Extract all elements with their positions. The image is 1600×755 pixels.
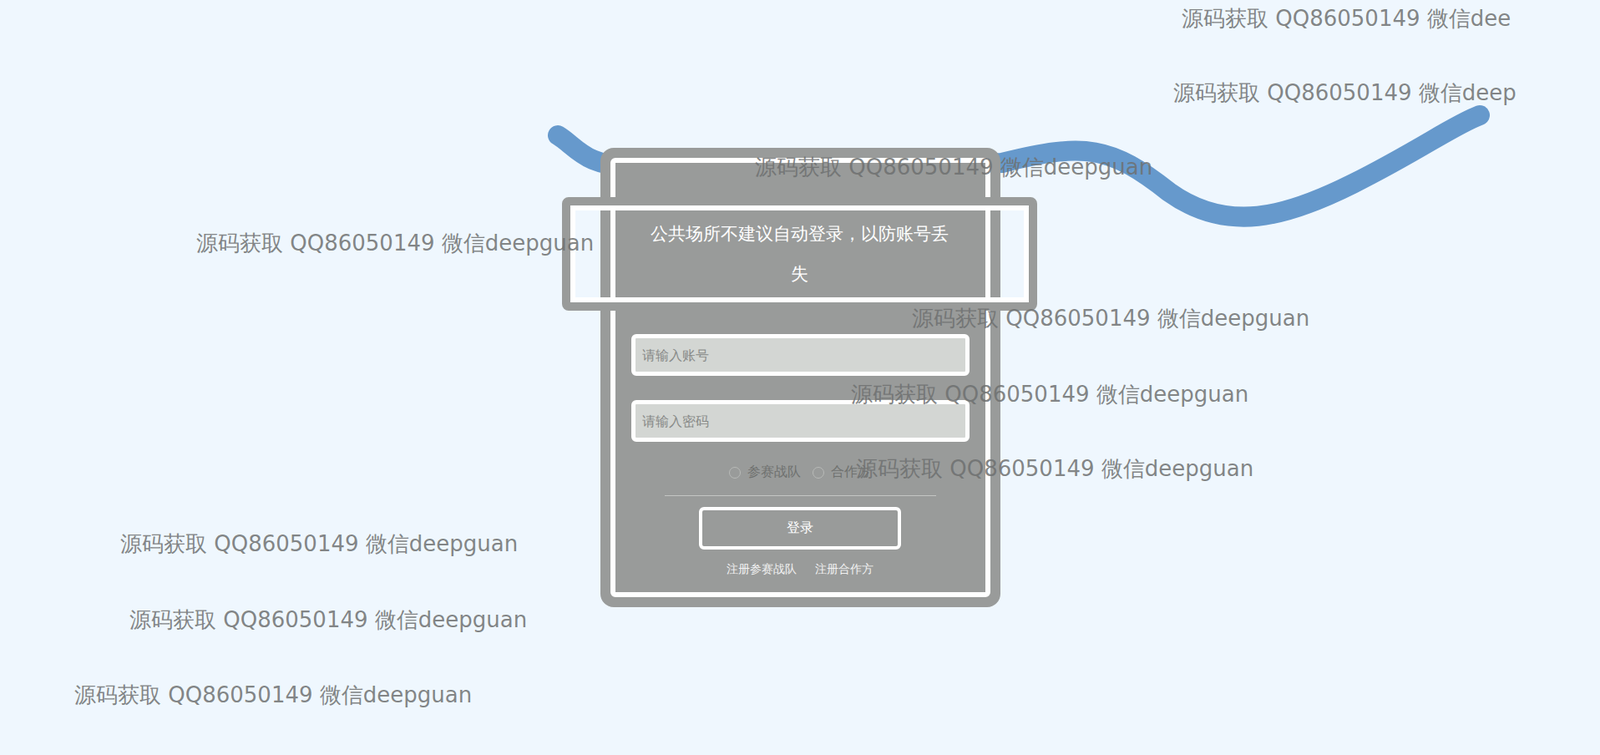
divider (664, 495, 937, 497)
role-label: 合作方 (830, 463, 871, 482)
role-option[interactable]: 合作方 (812, 463, 871, 482)
watermark: 源码获取 QQ86050149 微信dee (1181, 5, 1511, 32)
watermark: 源码获取 QQ86050149 微信deepguan (196, 229, 594, 257)
account-input[interactable] (631, 334, 970, 376)
radio-icon[interactable] (812, 466, 825, 479)
register-links: 注册参赛战队 注册合作方 (726, 562, 874, 578)
role-option[interactable]: 参赛战队 (729, 463, 801, 482)
watermark: 源码获取 QQ86050149 微信deepguan (129, 606, 527, 633)
password-input[interactable] (631, 400, 970, 442)
login-card: 公共场所不建议自动登录，以防账号丢失参赛战队 合作方登录注册参赛战队 注册合作方 (600, 147, 1001, 608)
register-link[interactable]: 注册合作方 (815, 562, 874, 578)
role-group: 参赛战队 合作方 (729, 463, 871, 482)
watermark: 源码获取 QQ86050149 微信deepguan (74, 681, 472, 709)
watermark: 源码获取 QQ86050149 微信deep (1173, 79, 1517, 107)
notice-banner: 公共场所不建议自动登录，以防账号丢失 (562, 197, 1038, 311)
notice-frame: 公共场所不建议自动登录，以防账号丢失 (570, 205, 1029, 303)
register-link[interactable]: 注册参赛战队 (726, 562, 797, 578)
role-label: 参赛战队 (747, 463, 801, 482)
radio-icon[interactable] (729, 466, 741, 479)
watermark: 源码获取 QQ86050149 微信deepguan (120, 530, 518, 557)
login-button[interactable]: 登录 (698, 506, 902, 550)
login-form: 参赛战队 合作方登录注册参赛战队 注册合作方 (610, 157, 991, 598)
login-page: 公共场所不建议自动登录，以防账号丢失参赛战队合作方登录注册参赛战队注册合作方源码… (0, 0, 1600, 755)
notice-text: 公共场所不建议自动登录，以防账号丢失 (642, 213, 957, 294)
